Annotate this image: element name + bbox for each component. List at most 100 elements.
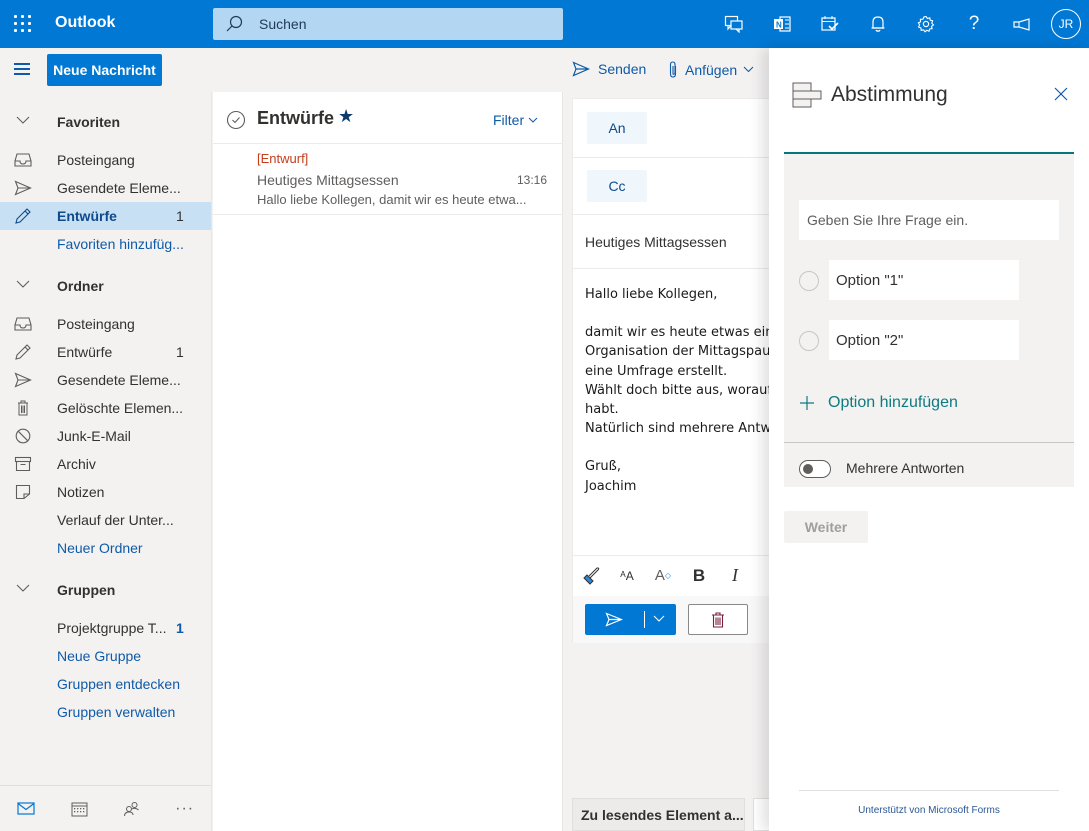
chevron-down-icon bbox=[16, 280, 30, 288]
chevron-down-icon[interactable] bbox=[653, 615, 665, 622]
pencil-icon bbox=[15, 344, 31, 360]
unread-count: 1 bbox=[176, 344, 184, 360]
panel-title: Abstimmung bbox=[831, 83, 948, 106]
manage-groups-link[interactable]: Gruppen verwalten bbox=[0, 698, 211, 726]
help-icon[interactable]: ? bbox=[950, 0, 998, 48]
new-message-button[interactable]: Neue Nachricht bbox=[47, 54, 162, 86]
discover-groups-link[interactable]: Gruppen entdecken bbox=[0, 670, 211, 698]
teams-chat-icon[interactable] bbox=[710, 0, 758, 48]
option-input[interactable]: Option "1" bbox=[829, 260, 1019, 300]
sidebar-item-inbox[interactable]: Posteingang bbox=[0, 310, 211, 338]
body-line: habt. bbox=[585, 402, 619, 418]
sidebar-item-favorites-inbox[interactable]: Posteingang bbox=[0, 146, 211, 174]
unread-count: 1 bbox=[176, 208, 184, 224]
new-folder-link[interactable]: Neuer Ordner bbox=[0, 534, 211, 562]
sidebar-item-notes[interactable]: Notizen bbox=[0, 478, 211, 506]
option-input[interactable]: Option "2" bbox=[829, 320, 1019, 360]
send-button[interactable] bbox=[585, 604, 676, 635]
pencil-icon bbox=[15, 208, 31, 224]
to-row: An bbox=[573, 99, 770, 158]
poll-option: Option "1" bbox=[799, 260, 1019, 300]
text-grow-icon[interactable]: A ◇ bbox=[645, 556, 681, 596]
mail-subject: Heutiges Mittagsessen bbox=[257, 172, 399, 188]
groups-header[interactable]: Gruppen bbox=[0, 576, 211, 604]
chevron-down-icon bbox=[16, 116, 30, 124]
body-line: Gruß, bbox=[585, 459, 621, 475]
send-icon bbox=[605, 612, 623, 627]
font-size-icon[interactable]: ᴬA bbox=[609, 556, 645, 596]
feedback-megaphone-icon[interactable] bbox=[998, 0, 1046, 48]
compose-pane: An Cc Heutiges Mittagsessen Hallo liebe … bbox=[564, 92, 783, 831]
select-all-checkbox-icon[interactable] bbox=[226, 110, 246, 130]
search-input[interactable]: Suchen bbox=[213, 8, 563, 40]
filter-button[interactable]: Filter bbox=[493, 112, 538, 128]
poll-panel: Abstimmung Geben Sie Ihre Frage ein. Opt… bbox=[769, 48, 1089, 831]
poll-option: Option "2" bbox=[799, 320, 1019, 360]
chevron-down-icon bbox=[528, 117, 538, 123]
people-icon[interactable] bbox=[106, 786, 159, 831]
list-item[interactable]: [Entwurf] Heutiges Mittagsessen 13:16 Ha… bbox=[213, 145, 563, 215]
body-line: Wählt doch bitte aus, worauf bbox=[585, 382, 772, 398]
discard-button[interactable] bbox=[688, 604, 748, 635]
send-label: Senden bbox=[598, 61, 647, 77]
message-list: Entwürfe ★ Filter [Entwurf] Heutiges Mit… bbox=[213, 92, 563, 831]
powered-by-forms: Unterstützt von Microsoft Forms bbox=[799, 790, 1059, 816]
to-button[interactable]: An bbox=[587, 112, 647, 144]
sidebar-item-drafts[interactable]: Entwürfe 1 bbox=[0, 338, 211, 366]
draft-tag: [Entwurf] bbox=[257, 151, 309, 166]
plus-icon bbox=[800, 396, 814, 410]
italic-icon[interactable]: I bbox=[717, 556, 753, 596]
message-body[interactable]: Hallo liebe Kollegen, damit wir es heute… bbox=[585, 285, 774, 496]
more-icon[interactable]: ··· bbox=[158, 786, 211, 831]
body-line: Organisation der Mittagspau bbox=[585, 344, 771, 360]
trash-icon bbox=[712, 611, 724, 628]
note-icon bbox=[15, 484, 31, 500]
sidebar-item-junk[interactable]: Junk-E-Mail bbox=[0, 422, 211, 450]
inbox-icon bbox=[14, 153, 32, 167]
bell-icon[interactable] bbox=[854, 0, 902, 48]
sidebar-item-group[interactable]: Projektgruppe T... 1 bbox=[0, 614, 211, 642]
avatar[interactable]: JR bbox=[1051, 9, 1081, 39]
new-group-link[interactable]: Neue Gruppe bbox=[0, 642, 211, 670]
body-line: eine Umfrage erstellt. bbox=[585, 363, 728, 379]
radio-button[interactable] bbox=[799, 271, 819, 291]
favorite-star-icon[interactable]: ★ bbox=[338, 106, 354, 127]
search-placeholder: Suchen bbox=[259, 16, 307, 32]
chevron-down-icon[interactable] bbox=[743, 66, 754, 73]
close-icon[interactable] bbox=[1054, 87, 1068, 101]
calendar-icon[interactable] bbox=[53, 786, 106, 831]
send-icon bbox=[572, 61, 590, 77]
multiple-answers-label: Mehrere Antworten bbox=[846, 460, 965, 476]
sent-icon bbox=[14, 180, 32, 196]
sidebar-item-conversation-history[interactable]: Verlauf der Unter... bbox=[0, 506, 211, 534]
app-launcher-icon[interactable] bbox=[10, 12, 34, 36]
sidebar-item-deleted[interactable]: Gelöschte Elemen... bbox=[0, 394, 211, 422]
mail-icon[interactable] bbox=[0, 786, 53, 831]
favorites-header[interactable]: Favoriten bbox=[0, 108, 211, 136]
send-command-button[interactable]: Senden bbox=[572, 61, 646, 77]
gear-icon[interactable] bbox=[902, 0, 950, 48]
sidebar-item-favorites-sent[interactable]: Gesendete Eleme... bbox=[0, 174, 211, 202]
add-option-button[interactable]: Option hinzufügen bbox=[799, 394, 958, 412]
multiple-answers-toggle[interactable] bbox=[799, 460, 831, 478]
folders-header[interactable]: Ordner bbox=[0, 272, 211, 300]
sidebar-item-archive[interactable]: Archiv bbox=[0, 450, 211, 478]
app-title[interactable]: Outlook bbox=[55, 14, 115, 32]
sidebar-item-favorites-drafts[interactable]: Entwürfe 1 bbox=[0, 202, 211, 230]
radio-button[interactable] bbox=[799, 331, 819, 351]
format-painter-icon[interactable] bbox=[573, 556, 609, 596]
next-button[interactable]: Weiter bbox=[784, 511, 868, 543]
onenote-icon[interactable]: N bbox=[758, 0, 806, 48]
reading-pane-tab[interactable]: Zu lesendes Element a... bbox=[572, 798, 745, 831]
subject-field[interactable]: Heutiges Mittagsessen bbox=[585, 234, 727, 250]
hamburger-menu-icon[interactable] bbox=[14, 63, 30, 75]
attach-command-button[interactable]: Anfügen bbox=[668, 61, 761, 78]
cc-button[interactable]: Cc bbox=[587, 170, 647, 202]
inbox-icon bbox=[14, 317, 32, 331]
trash-icon bbox=[18, 400, 28, 416]
question-input[interactable]: Geben Sie Ihre Frage ein. bbox=[799, 200, 1059, 240]
sidebar-item-sent[interactable]: Gesendete Eleme... bbox=[0, 366, 211, 394]
bold-icon[interactable]: B bbox=[681, 556, 717, 596]
add-favorite-link[interactable]: Favoriten hinzufüg... bbox=[0, 230, 211, 258]
my-day-icon[interactable] bbox=[806, 0, 854, 48]
